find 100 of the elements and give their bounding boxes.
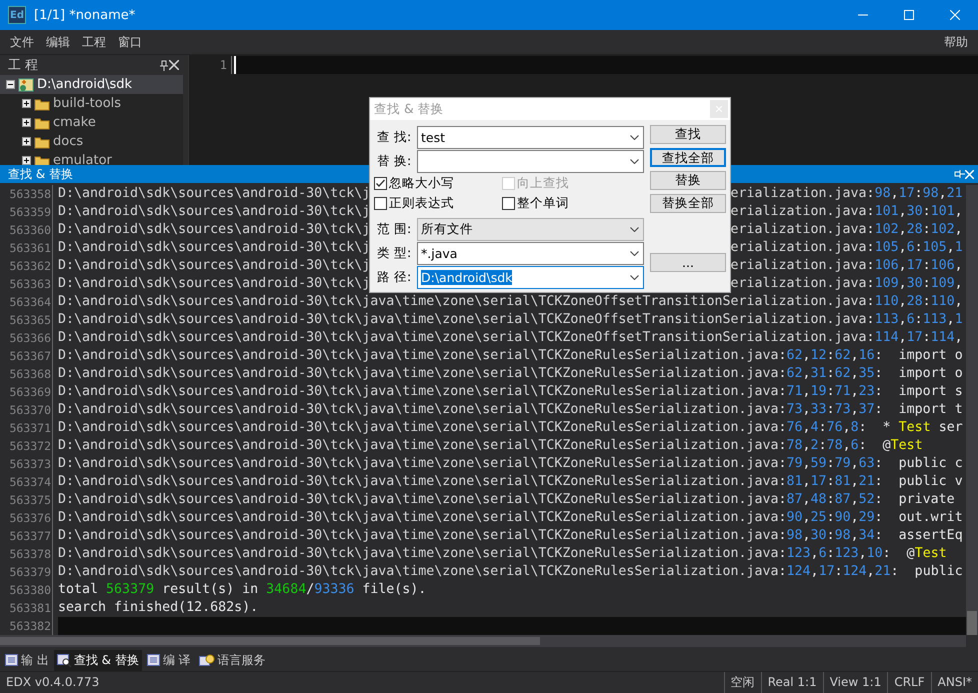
result-line[interactable]: D:\android\sdk\sources\android-30\tck\java\time\zone\serial\TCKZoneRulesSerialization.java:78,2:78,6: @Test xyxy=(58,437,966,455)
expand-icon xyxy=(22,156,31,165)
line-number: 563363 xyxy=(0,275,53,293)
menu-item[interactable]: 编辑 xyxy=(40,34,76,50)
combo-field[interactable]: *.java xyxy=(417,242,644,264)
result-line[interactable]: D:\android\sdk\sources\android-30\tck\java\time\zone\serial\TCKZoneRulesSerialization.java:73,33:73,37: import t xyxy=(58,401,966,419)
close-icon[interactable] xyxy=(169,60,179,70)
menu-item[interactable]: 工程 xyxy=(76,34,112,50)
result-line[interactable]: D:\android\sdk\sources\android-30\tck\java\time\zone\serial\TCKZoneRulesSerialization.java:90,25:90,29: out.writ xyxy=(58,509,966,527)
result-line[interactable]: D:\android\sdk\sources\android-30\tck\j xyxy=(58,186,370,201)
panel-tab[interactable]: 语言服务 xyxy=(196,650,269,670)
result-line[interactable]: erialization.java:102,28:102, xyxy=(730,222,963,237)
result-line[interactable]: D:\android\sdk\sources\android-30\tck\java\time\zone\serial\TCKZoneRulesSerialization.java:62,12:62,16: import o xyxy=(58,347,966,365)
chevron-icon xyxy=(630,274,639,280)
checked-checkbox[interactable] xyxy=(374,176,387,190)
dialog-button[interactable]: 替换 xyxy=(650,171,726,190)
result-line[interactable]: erialization.java:101,30:101, xyxy=(730,204,963,219)
folder-icon xyxy=(34,116,50,130)
result-line[interactable]: D:\android\sdk\sources\android-30\tck\j xyxy=(58,276,370,291)
result-line[interactable]: erialization.java:109,30:109, xyxy=(730,276,963,291)
tree-item[interactable]: emulator xyxy=(0,151,183,165)
result-line[interactable]: D:\android\sdk\sources\android-30\tck\java\time\zone\serial\TCKZoneRulesSerialization.java:123,6:123,10: @Test xyxy=(58,545,966,563)
tree-item[interactable]: cmake xyxy=(0,113,183,132)
pin-icon[interactable] xyxy=(159,60,169,70)
combo-field[interactable]: test xyxy=(417,126,644,148)
collapse-icon xyxy=(6,80,15,89)
panel-tab[interactable]: 输 出 xyxy=(2,650,52,670)
line-number: 563370 xyxy=(0,401,53,419)
line-number: 563373 xyxy=(0,455,53,473)
field-label: 路 径: xyxy=(376,268,412,286)
dialog-button[interactable]: 替换全部 xyxy=(650,194,726,213)
result-line[interactable]: D:\android\sdk\sources\android-30\tck\java\time\zone\serial\TCKZoneOffsetTransitionSerialization.java:114,17:114, xyxy=(58,329,966,347)
line-number: 563367 xyxy=(0,347,53,365)
menu-item[interactable]: 窗口 xyxy=(112,34,148,50)
status-text: View 1:1 xyxy=(822,672,888,693)
search-icon xyxy=(56,654,71,666)
line-number: 563369 xyxy=(0,383,53,401)
line-number: 563359 xyxy=(0,203,53,221)
status-text: 空闲 xyxy=(724,672,761,693)
panel-tab[interactable]: 编 译 xyxy=(144,650,194,670)
dialog-button[interactable]: 查找全部 xyxy=(650,148,726,167)
line-number: 563372 xyxy=(0,437,53,455)
result-line[interactable]: D:\android\sdk\sources\android-30\tck\java\time\zone\serial\TCKZoneRulesSerialization.java:71,19:71,23: import s xyxy=(58,383,966,401)
result-line[interactable]: D:\android\sdk\sources\android-30\tck\java\time\zone\serial\TCKZoneRulesSerialization.java:124,17:124,21: public xyxy=(58,563,966,581)
combo-field[interactable] xyxy=(417,150,644,172)
horizontal-scrollbar[interactable] xyxy=(0,635,966,647)
window-title: [1/1] *noname* xyxy=(34,8,136,22)
result-line[interactable]: search finished(12.682s). xyxy=(58,599,966,617)
panel-title: 查找 & 替换 xyxy=(8,166,73,182)
result-line[interactable]: D:\android\sdk\sources\android-30\tck\java\time\zone\serial\TCKZoneRulesSerialization.java:87,48:87,52: private xyxy=(58,491,966,509)
option-label: 忽略大小写 xyxy=(389,175,454,191)
result-line[interactable]: D:\android\sdk\sources\android-30\tck\java\time\zone\serial\TCKZoneRulesSerialization.java:98,30:98,34: assertEq xyxy=(58,527,966,545)
line-number: 563360 xyxy=(0,221,53,239)
field-label: 查 找: xyxy=(376,128,412,146)
expand-icon xyxy=(22,137,31,146)
result-line[interactable]: D:\android\sdk\sources\android-30\tck\java\time\zone\serial\TCKZoneOffsetTransitionSerialization.java:113,6:113,1 xyxy=(58,311,966,329)
vertical-scrollbar[interactable] xyxy=(966,185,978,635)
line-number: 563361 xyxy=(0,239,53,257)
browse-button[interactable]: ... xyxy=(650,253,726,272)
menu-item[interactable]: 帮助 xyxy=(938,34,974,50)
tree-item[interactable]: docs xyxy=(0,132,183,151)
result-line[interactable]: D:\android\sdk\sources\android-30\tck\j xyxy=(58,258,370,273)
chevron-icon xyxy=(630,158,639,164)
tree-item[interactable]: D:\android\sdk xyxy=(0,75,183,94)
dropdown[interactable]: 所有文件 xyxy=(417,218,644,240)
tree-item[interactable]: build-tools xyxy=(0,94,183,113)
result-line[interactable]: D:\android\sdk\sources\android-30\tck\java\time\zone\serial\TCKZoneRulesSerialization.java:76,4:76,8: * Test ser xyxy=(58,419,966,437)
line-number: 563381 xyxy=(0,599,53,617)
line-number: 563375 xyxy=(0,491,53,509)
result-line[interactable]: D:\android\sdk\sources\android-30\tck\java\time\zone\serial\TCKZoneRulesSerialization.java:62,31:62,35: import o xyxy=(58,365,966,383)
line-number: 563379 xyxy=(0,563,53,581)
result-line[interactable]: erialization.java:98,17:98,21 xyxy=(730,186,963,201)
panel-title: 工 程 xyxy=(8,57,40,74)
line-number: 563380 xyxy=(0,581,53,599)
result-line[interactable]: erialization.java:105,6:105,1 xyxy=(730,240,963,255)
option-label: 整个单词 xyxy=(517,195,569,211)
result-line[interactable]: D:\android\sdk\sources\android-30\tck\java\time\zone\serial\TCKZoneRulesSerialization.java:79,59:79,63: public c xyxy=(58,455,966,473)
line-number: 563374 xyxy=(0,473,53,491)
result-line[interactable]: D:\android\sdk\sources\android-30\tck\j xyxy=(58,240,370,255)
checkbox[interactable] xyxy=(374,196,387,210)
chevron-icon xyxy=(630,134,639,140)
result-line[interactable]: D:\android\sdk\sources\android-30\tck\java\time\zone\serial\TCKZoneRulesSerialization.java:81,17:81,21: public v xyxy=(58,473,966,491)
result-line[interactable]: D:\android\sdk\sources\android-30\tck\java\time\zone\serial\TCKZoneOffsetTransitionSerialization.java:110,28:110, xyxy=(58,293,966,311)
dialog-title: 查找 & 替换 xyxy=(374,100,445,118)
panel-tab[interactable]: 查找 & 替换 xyxy=(54,650,142,670)
app-icon: Ed xyxy=(8,6,26,24)
line-number: 563358 xyxy=(0,185,53,203)
result-line[interactable]: total 563379 result(s) in 34684/93336 file(s). xyxy=(58,581,966,599)
maximize-icon xyxy=(904,10,914,20)
chevron-icon xyxy=(630,226,639,232)
folder-icon xyxy=(34,96,50,110)
dialog-button[interactable]: 查找 xyxy=(650,125,726,144)
checkbox[interactable] xyxy=(502,196,515,210)
menu-item[interactable]: 文件 xyxy=(4,34,40,50)
result-line[interactable]: D:\android\sdk\sources\android-30\tck\j xyxy=(58,204,370,219)
line-number: 563376 xyxy=(0,509,53,527)
combo-field[interactable]: D:\android\sdk xyxy=(417,266,644,288)
result-line[interactable]: D:\android\sdk\sources\android-30\tck\j xyxy=(58,222,370,237)
result-line[interactable]: erialization.java:106,17:106, xyxy=(730,258,963,273)
field-label: 范 围: xyxy=(376,220,412,238)
